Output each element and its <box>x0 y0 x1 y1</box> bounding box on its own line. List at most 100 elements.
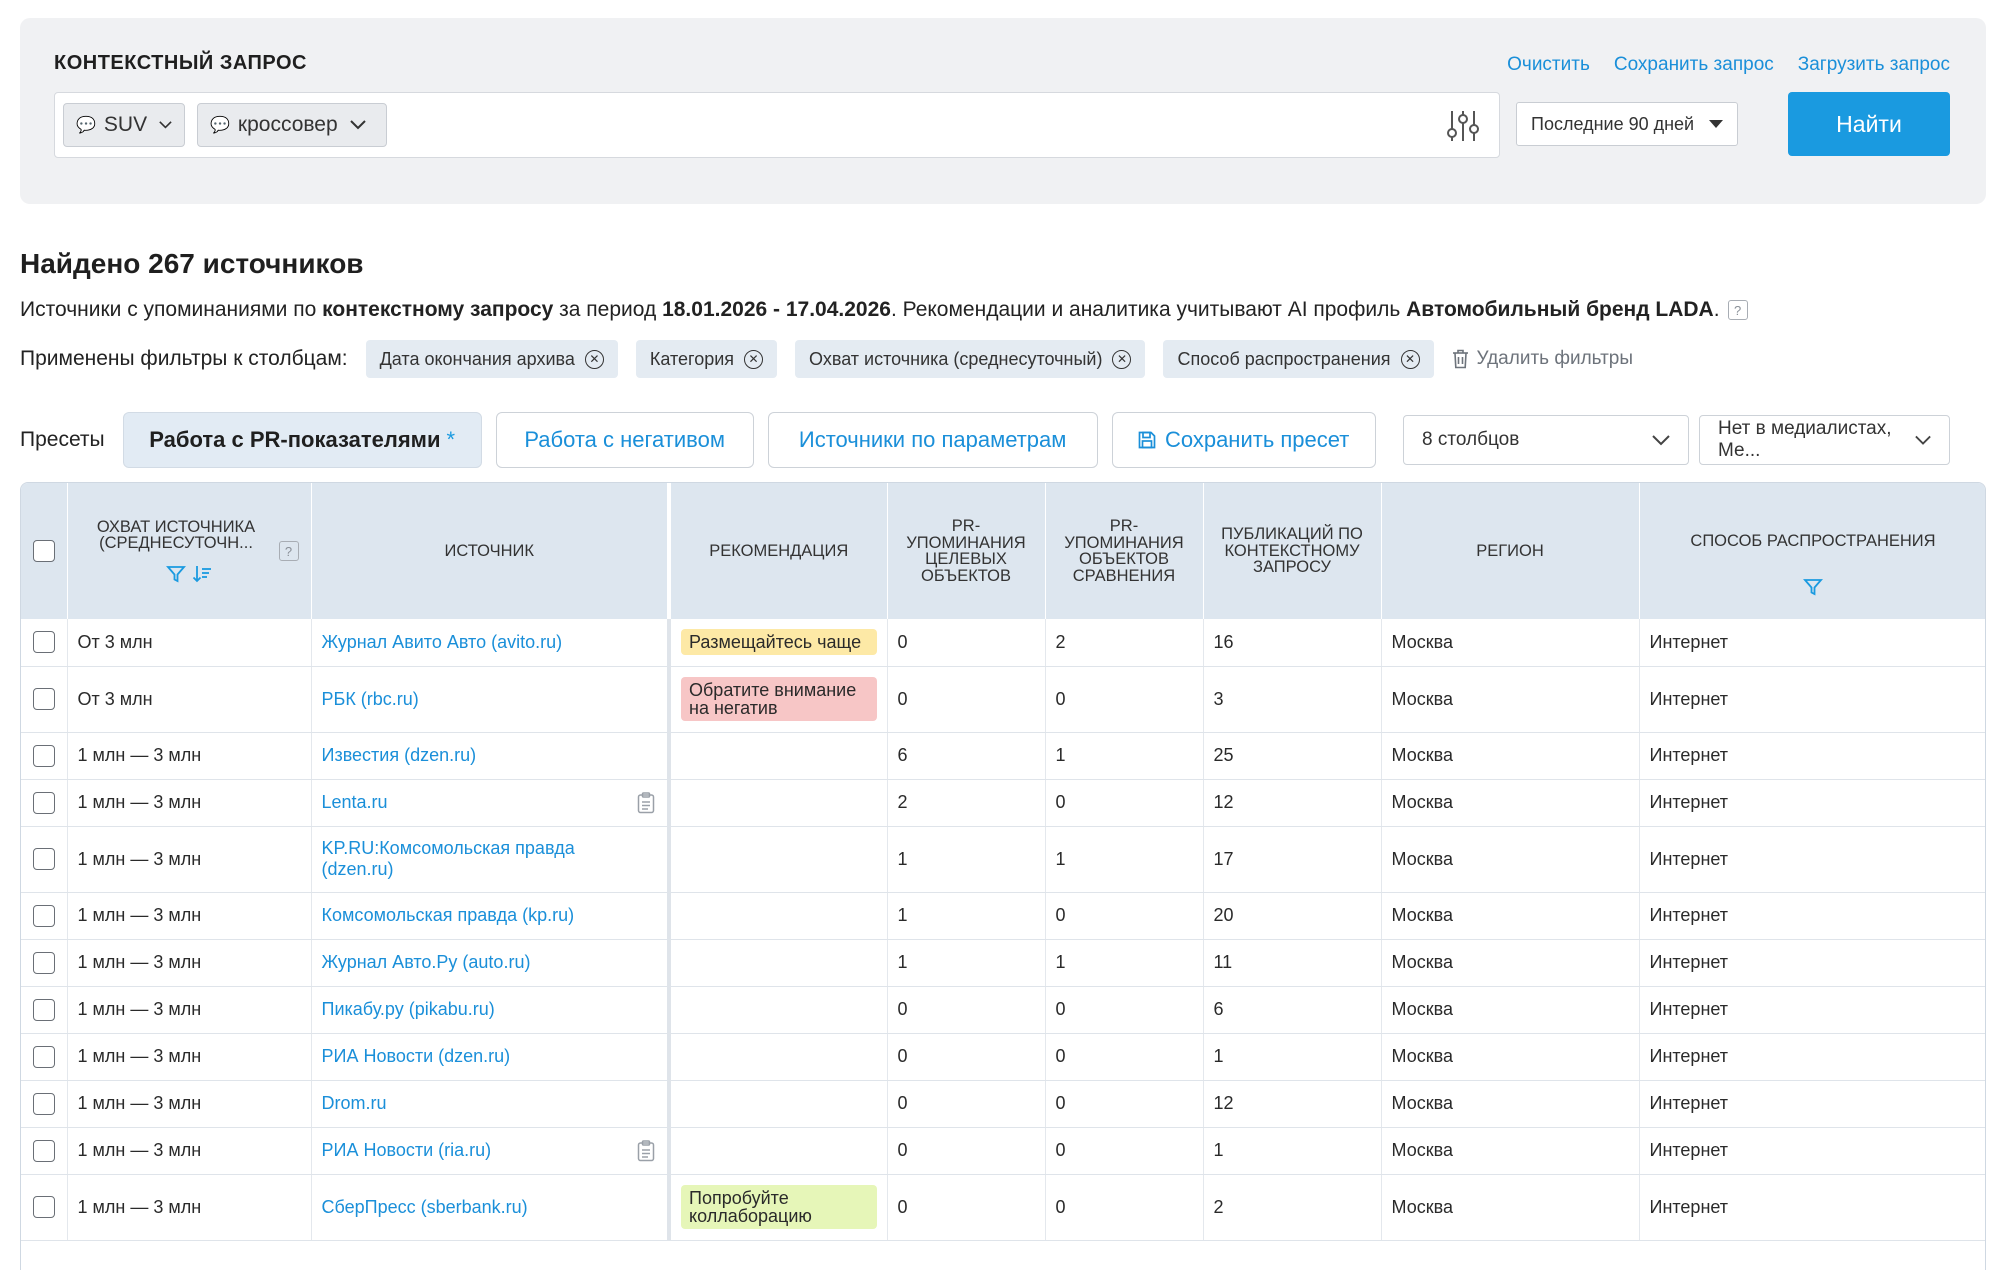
row-select-cell <box>21 1174 68 1241</box>
cell-recommendation <box>669 732 888 780</box>
table-row[interactable]: 1 млн — 3 млн РИА Новости (ria.ru) 0 0 1… <box>21 1127 1985 1175</box>
cell-recommendation <box>669 1033 888 1081</box>
source-link[interactable]: Журнал Авито Авто (avito.ru) <box>322 632 563 652</box>
cell-recommendation: Попробуйте коллаборацию <box>669 1174 888 1241</box>
preset-by-parameters[interactable]: Источники по параметрам <box>767 412 1098 468</box>
filter-funnel-icon[interactable] <box>1803 577 1823 597</box>
table-row[interactable]: 1 млн — 3 млн Пикабу.ру (pikabu.ru) 0 0 … <box>21 986 1985 1034</box>
chip-label: кроссовер <box>237 113 338 136</box>
source-link[interactable]: РБК (rbc.ru) <box>322 689 419 709</box>
preset-pr-metrics[interactable]: Работа с PR-показателями * <box>122 412 482 468</box>
row-checkbox[interactable] <box>32 848 55 871</box>
table-row[interactable]: 1 млн — 3 млн Drom.ru 0 0 12 Москва Инте… <box>21 1080 1985 1128</box>
cell-pr-target: 0 <box>887 1080 1046 1128</box>
help-icon[interactable]: ? <box>278 541 299 561</box>
cell-recommendation <box>669 1127 888 1175</box>
help-icon[interactable]: ? <box>1727 300 1748 321</box>
row-checkbox[interactable] <box>32 951 55 974</box>
header-pr-target: PR-упоминания целевых объектов <box>887 483 1046 619</box>
cell-distribution: Интернет <box>1639 619 1985 667</box>
media-list-select[interactable]: Нет в медиалистах, Ме... <box>1699 415 1950 465</box>
desc-text: . <box>1713 298 1720 321</box>
source-link[interactable]: СберПресс (sberbank.ru) <box>322 1197 528 1217</box>
table-row[interactable]: 1 млн — 3 млн Журнал Авто.Ру (auto.ru) 1… <box>21 939 1985 987</box>
clear-query-link[interactable]: Очистить <box>1507 54 1590 76</box>
preset-label: Работа с PR-показателями <box>149 427 441 452</box>
cell-region: Москва <box>1381 939 1640 987</box>
delete-filters-label: Удалить фильтры <box>1476 348 1634 369</box>
source-link[interactable]: KP.RU:Комсомольская правда (dzen.ru) <box>322 838 575 879</box>
select-all-checkbox[interactable] <box>32 540 55 562</box>
source-link[interactable]: Известия (dzen.ru) <box>322 745 477 765</box>
clipboard-icon[interactable] <box>637 791 655 814</box>
save-preset-button[interactable]: Сохранить пресет <box>1111 412 1376 468</box>
delete-filters-button[interactable]: Удалить фильтры <box>1452 348 1634 370</box>
row-checkbox[interactable] <box>32 688 55 711</box>
cell-pr-compare: 0 <box>1045 1080 1204 1128</box>
row-checkbox[interactable] <box>32 791 55 814</box>
cell-pr-compare: 0 <box>1045 1174 1204 1241</box>
source-link[interactable]: РИА Новости (dzen.ru) <box>322 1046 511 1066</box>
query-input[interactable]: 💬 SUV 💬 кроссовер <box>54 92 1500 158</box>
row-checkbox[interactable] <box>32 904 55 927</box>
row-checkbox[interactable] <box>32 1045 55 1068</box>
floppy-disk-icon <box>1138 431 1156 449</box>
table-row[interactable]: 1 млн — 3 млн Комсомольская правда (kp.r… <box>21 892 1985 940</box>
remove-filter-icon[interactable]: ✕ <box>744 349 764 369</box>
filter-tag: Категория ✕ <box>635 340 778 378</box>
table-row[interactable]: 1 млн — 3 млн Lenta.ru 2 0 12 Москва Инт… <box>21 779 1985 827</box>
recommendation-badge: Размещайтесь чаще <box>681 629 877 656</box>
row-checkbox[interactable] <box>32 1139 55 1162</box>
cell-publications: 2 <box>1203 1174 1382 1241</box>
load-query-link[interactable]: Загрузить запрос <box>1798 54 1950 76</box>
save-query-link[interactable]: Сохранить запрос <box>1614 54 1774 76</box>
sliders-icon[interactable] <box>1445 109 1481 143</box>
remove-filter-icon[interactable]: ✕ <box>584 349 604 369</box>
table-row[interactable]: 1 млн — 3 млн РИА Новости (dzen.ru) 0 0 … <box>21 1033 1985 1081</box>
source-link[interactable]: Комсомольская правда (kp.ru) <box>322 905 575 925</box>
source-link[interactable]: Lenta.ru <box>322 792 388 812</box>
query-chip-suv[interactable]: 💬 SUV <box>63 103 185 147</box>
cell-publications: 20 <box>1203 892 1382 940</box>
row-select-cell <box>21 892 68 940</box>
sort-desc-icon[interactable] <box>192 564 212 584</box>
applied-filters: Применены фильтры к столбцам: Дата оконч… <box>20 340 1633 378</box>
table-row[interactable]: 1 млн — 3 млн Известия (dzen.ru) 6 1 25 … <box>21 732 1985 780</box>
cell-source: KP.RU:Комсомольская правда (dzen.ru) <box>311 826 671 893</box>
period-select[interactable]: Последние 90 дней <box>1516 102 1738 146</box>
table-row[interactable]: 1 млн — 3 млн СберПресс (sberbank.ru) По… <box>21 1174 1985 1241</box>
source-link[interactable]: Журнал Авто.Ру (auto.ru) <box>322 952 531 972</box>
clipboard-icon[interactable] <box>637 1139 655 1162</box>
row-checkbox[interactable] <box>32 998 55 1021</box>
cell-distribution: Интернет <box>1639 779 1985 827</box>
find-button[interactable]: Найти <box>1788 92 1950 156</box>
columns-select[interactable]: 8 столбцов <box>1403 415 1689 465</box>
table-row[interactable]: От 3 млн РБК (rbc.ru) Обратите внимание … <box>21 666 1985 733</box>
cell-publications: 6 <box>1203 986 1382 1034</box>
query-chip-crossover[interactable]: 💬 кроссовер <box>197 103 387 147</box>
remove-filter-icon[interactable]: ✕ <box>1400 349 1420 369</box>
header-distribution-label: Способ распространения <box>1690 531 1936 550</box>
source-link[interactable]: Пикабу.ру (pikabu.ru) <box>322 999 495 1019</box>
header-reach-tools <box>82 564 297 584</box>
chevron-down-icon <box>1652 435 1670 446</box>
row-checkbox[interactable] <box>32 1092 55 1115</box>
filter-funnel-icon[interactable] <box>166 564 186 584</box>
recommendation-badge: Обратите внимание на негатив <box>681 677 877 721</box>
cell-pr-target: 2 <box>887 779 1046 827</box>
row-checkbox[interactable] <box>32 1196 55 1219</box>
speech-bubble-icon: 💬 <box>210 117 230 134</box>
source-link[interactable]: РИА Новости (ria.ru) <box>322 1140 492 1160</box>
cell-pr-target: 1 <box>887 826 1046 893</box>
row-checkbox[interactable] <box>32 744 55 767</box>
source-link[interactable]: Drom.ru <box>322 1093 387 1113</box>
cell-reach: 1 млн — 3 млн <box>67 1174 312 1241</box>
cell-distribution: Интернет <box>1639 732 1985 780</box>
table-row[interactable]: 1 млн — 3 млн KP.RU:Комсомольская правда… <box>21 826 1985 893</box>
preset-negative[interactable]: Работа с негативом <box>495 412 754 468</box>
row-checkbox[interactable] <box>32 631 55 654</box>
cell-distribution: Интернет <box>1639 666 1985 733</box>
remove-filter-icon[interactable]: ✕ <box>1112 349 1132 369</box>
table-row[interactable]: От 3 млн Журнал Авито Авто (avito.ru) Ра… <box>21 619 1985 667</box>
cell-pr-compare: 0 <box>1045 666 1204 733</box>
